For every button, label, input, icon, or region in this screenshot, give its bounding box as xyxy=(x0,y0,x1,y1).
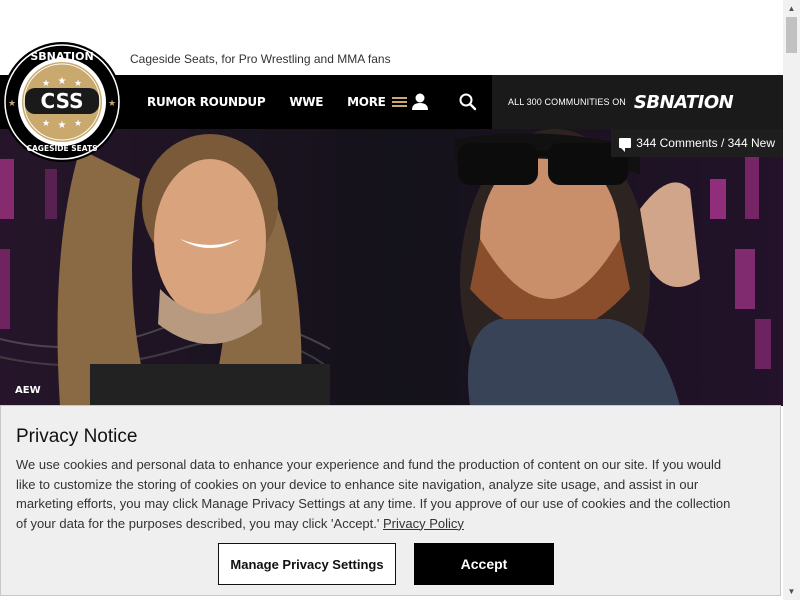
logo-center-text: CSS xyxy=(41,89,84,113)
svg-text:★: ★ xyxy=(42,118,50,128)
logo-bottom-text: CAGESIDE SEATS xyxy=(26,144,97,153)
svg-text:★: ★ xyxy=(8,98,16,108)
nav-links: RUMOR ROUNDUP WWE MORE xyxy=(147,75,431,129)
svg-text:★: ★ xyxy=(74,118,82,128)
search-icon[interactable] xyxy=(457,91,479,113)
nav-link-wwe[interactable]: WWE xyxy=(289,95,323,109)
svg-text:★: ★ xyxy=(42,78,50,88)
scroll-up-arrow-icon[interactable]: ▲ xyxy=(783,0,800,17)
privacy-body: We use cookies and personal data to enha… xyxy=(16,455,736,533)
comments-badge[interactable]: 344 Comments / 344 New xyxy=(611,129,783,157)
svg-text:★: ★ xyxy=(58,76,67,87)
category-tag[interactable]: AEW xyxy=(15,385,41,396)
privacy-policy-link[interactable]: Privacy Policy xyxy=(383,516,464,531)
accept-button[interactable]: Accept xyxy=(414,543,554,585)
hero-image[interactable]: 344 Comments / 344 New AEW xyxy=(0,129,783,406)
user-icon[interactable] xyxy=(409,91,431,113)
page: Cageside Seats, for Pro Wrestling and MM… xyxy=(0,0,783,600)
manage-privacy-settings-button[interactable]: Manage Privacy Settings xyxy=(218,543,396,585)
nav-link-more[interactable]: MORE xyxy=(347,95,407,109)
hero-photo xyxy=(0,129,783,406)
scroll-down-arrow-icon[interactable]: ▼ xyxy=(783,583,800,600)
site-logo[interactable]: CSS SBNATION CAGESIDE SEATS ★ ★ ★ ★ ★ ★ … xyxy=(0,40,124,164)
vertical-scrollbar[interactable]: ▲ ▼ xyxy=(783,0,800,600)
site-tagline: Cageside Seats, for Pro Wrestling and MM… xyxy=(130,52,391,66)
scroll-thumb[interactable] xyxy=(786,17,797,53)
svg-text:★: ★ xyxy=(108,98,116,108)
svg-text:★: ★ xyxy=(58,120,67,131)
privacy-body-text: We use cookies and personal data to enha… xyxy=(16,457,731,531)
logo-top-text: SBNATION xyxy=(30,50,93,63)
privacy-notice: Privacy Notice We use cookies and person… xyxy=(0,405,781,596)
svg-text:★: ★ xyxy=(74,78,82,88)
hamburger-icon xyxy=(391,97,407,107)
comment-bubble-icon xyxy=(619,138,632,152)
privacy-title: Privacy Notice xyxy=(16,426,138,447)
nav-link-rumor-roundup[interactable]: RUMOR ROUNDUP xyxy=(147,95,266,109)
comments-count: 344 Comments / 344 New xyxy=(636,136,775,150)
nav-more-label: MORE xyxy=(347,95,386,109)
communities-text: ALL 300 COMMUNITIES ON xyxy=(508,97,626,107)
sbnation-wordmark: SBNATION xyxy=(633,91,734,113)
sbnation-communities-link[interactable]: ALL 300 COMMUNITIES ON SBNATION xyxy=(492,75,783,129)
